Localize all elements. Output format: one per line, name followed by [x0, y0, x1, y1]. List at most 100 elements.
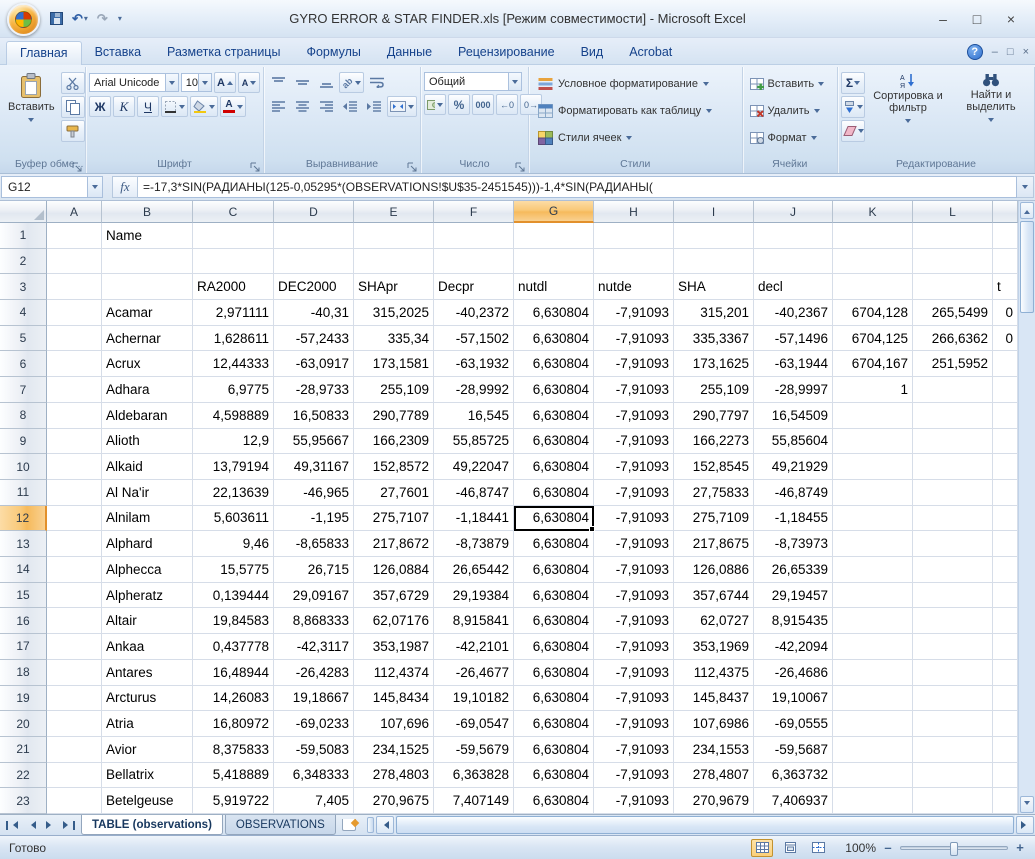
- horizontal-scroll-track[interactable]: [395, 815, 1015, 835]
- cell-E3[interactable]: SHApr: [354, 274, 434, 300]
- cell-K23[interactable]: [833, 788, 913, 814]
- cell-K18[interactable]: [833, 660, 913, 686]
- cell-I5[interactable]: 335,3367: [674, 326, 754, 352]
- cell-F7[interactable]: -28,9992: [434, 377, 514, 403]
- cell-D11[interactable]: -46,965: [274, 480, 354, 506]
- cell-H18[interactable]: -7,91093: [594, 660, 674, 686]
- cell-J7[interactable]: -28,9997: [754, 377, 833, 403]
- row-header-19[interactable]: 19: [0, 686, 47, 712]
- cell-I18[interactable]: 112,4375: [674, 660, 754, 686]
- insert-cells-button[interactable]: Вставить: [746, 71, 835, 97]
- cell-G15[interactable]: 6,630804: [514, 583, 594, 609]
- cell-L20[interactable]: [913, 711, 993, 737]
- cell-overflow2[interactable]: [993, 249, 1018, 275]
- cell-F23[interactable]: 7,407149: [434, 788, 514, 814]
- row-header-12[interactable]: 12: [0, 506, 47, 532]
- cell-F5[interactable]: -57,1502: [434, 326, 514, 352]
- horizontal-scrollbar[interactable]: [366, 815, 1035, 835]
- cell-D13[interactable]: -8,65833: [274, 531, 354, 557]
- cell-G10[interactable]: 6,630804: [514, 454, 594, 480]
- cell-B13[interactable]: Alphard: [102, 531, 193, 557]
- cell-H16[interactable]: -7,91093: [594, 608, 674, 634]
- row-header-17[interactable]: 17: [0, 634, 47, 660]
- cell-L6[interactable]: 251,5952: [913, 351, 993, 377]
- cell-L2[interactable]: [913, 249, 993, 275]
- cell-I19[interactable]: 145,8437: [674, 686, 754, 712]
- cell-B4[interactable]: Acamar: [102, 300, 193, 326]
- cell-I13[interactable]: 217,8675: [674, 531, 754, 557]
- cell-E13[interactable]: 217,8672: [354, 531, 434, 557]
- cell-L17[interactable]: [913, 634, 993, 660]
- merge-center-button[interactable]: [387, 96, 417, 117]
- cell-F2[interactable]: [434, 249, 514, 275]
- cell-E2[interactable]: [354, 249, 434, 275]
- cell-B18[interactable]: Antares: [102, 660, 193, 686]
- horizontal-scroll-thumb[interactable]: [396, 816, 1014, 834]
- cell-F13[interactable]: -8,73879: [434, 531, 514, 557]
- cell-H9[interactable]: -7,91093: [594, 429, 674, 455]
- cell-L3[interactable]: [913, 274, 993, 300]
- cell-G7[interactable]: 6,630804: [514, 377, 594, 403]
- cell-A2[interactable]: [47, 249, 102, 275]
- cell-D12[interactable]: -1,195: [274, 506, 354, 532]
- cell-K2[interactable]: [833, 249, 913, 275]
- cut-button[interactable]: [61, 72, 85, 94]
- cell-E1[interactable]: [354, 223, 434, 249]
- cell-overflow17[interactable]: [993, 634, 1018, 660]
- cell-H8[interactable]: -7,91093: [594, 403, 674, 429]
- cell-D23[interactable]: 7,405: [274, 788, 354, 814]
- cell-F1[interactable]: [434, 223, 514, 249]
- cell-D20[interactable]: -69,0233: [274, 711, 354, 737]
- row-header-9[interactable]: 9: [0, 429, 47, 455]
- cell-overflow19[interactable]: [993, 686, 1018, 712]
- copy-button[interactable]: [61, 96, 85, 118]
- cell-I15[interactable]: 357,6744: [674, 583, 754, 609]
- cell-F20[interactable]: -69,0547: [434, 711, 514, 737]
- cell-J13[interactable]: -8,73973: [754, 531, 833, 557]
- cell-K22[interactable]: [833, 763, 913, 789]
- page-layout-view-button[interactable]: [779, 839, 801, 857]
- cell-K3[interactable]: [833, 274, 913, 300]
- percent-style-button[interactable]: %: [448, 94, 470, 115]
- cell-D2[interactable]: [274, 249, 354, 275]
- cell-styles-button[interactable]: Стили ячеек: [532, 125, 739, 151]
- align-center-button[interactable]: [291, 96, 313, 117]
- help-button[interactable]: ?: [967, 44, 983, 60]
- cell-K15[interactable]: [833, 583, 913, 609]
- cell-L7[interactable]: [913, 377, 993, 403]
- cell-L5[interactable]: 266,6362: [913, 326, 993, 352]
- cell-A22[interactable]: [47, 763, 102, 789]
- cell-E5[interactable]: 335,34: [354, 326, 434, 352]
- cell-I21[interactable]: 234,1553: [674, 737, 754, 763]
- tab-главная[interactable]: Главная: [6, 41, 82, 65]
- cell-J14[interactable]: 26,65339: [754, 557, 833, 583]
- sort-filter-button[interactable]: АЯ Сортировка и фильтр: [868, 69, 948, 157]
- cell-I4[interactable]: 315,201: [674, 300, 754, 326]
- cell-C9[interactable]: 12,9: [193, 429, 274, 455]
- cell-B21[interactable]: Avior: [102, 737, 193, 763]
- zoom-in-button[interactable]: +: [1014, 840, 1026, 855]
- cell-L11[interactable]: [913, 480, 993, 506]
- cell-E4[interactable]: 315,2025: [354, 300, 434, 326]
- comma-style-button[interactable]: 000: [472, 94, 494, 115]
- cell-D8[interactable]: 16,50833: [274, 403, 354, 429]
- cell-A13[interactable]: [47, 531, 102, 557]
- format-cells-button[interactable]: Формат: [746, 125, 835, 151]
- cell-K9[interactable]: [833, 429, 913, 455]
- cell-I23[interactable]: 270,9679: [674, 788, 754, 814]
- cell-A21[interactable]: [47, 737, 102, 763]
- cell-L22[interactable]: [913, 763, 993, 789]
- row-header-3[interactable]: 3: [0, 274, 47, 300]
- cell-overflow9[interactable]: [993, 429, 1018, 455]
- cell-I20[interactable]: 107,6986: [674, 711, 754, 737]
- previous-sheet-button[interactable]: [22, 817, 40, 834]
- cell-G23[interactable]: 6,630804: [514, 788, 594, 814]
- fill-button[interactable]: [841, 96, 865, 118]
- cell-C2[interactable]: [193, 249, 274, 275]
- cell-overflow7[interactable]: [993, 377, 1018, 403]
- row-header-21[interactable]: 21: [0, 737, 47, 763]
- cell-J22[interactable]: 6,363732: [754, 763, 833, 789]
- cell-A12[interactable]: [47, 506, 102, 532]
- cell-J5[interactable]: -57,1496: [754, 326, 833, 352]
- cell-H13[interactable]: -7,91093: [594, 531, 674, 557]
